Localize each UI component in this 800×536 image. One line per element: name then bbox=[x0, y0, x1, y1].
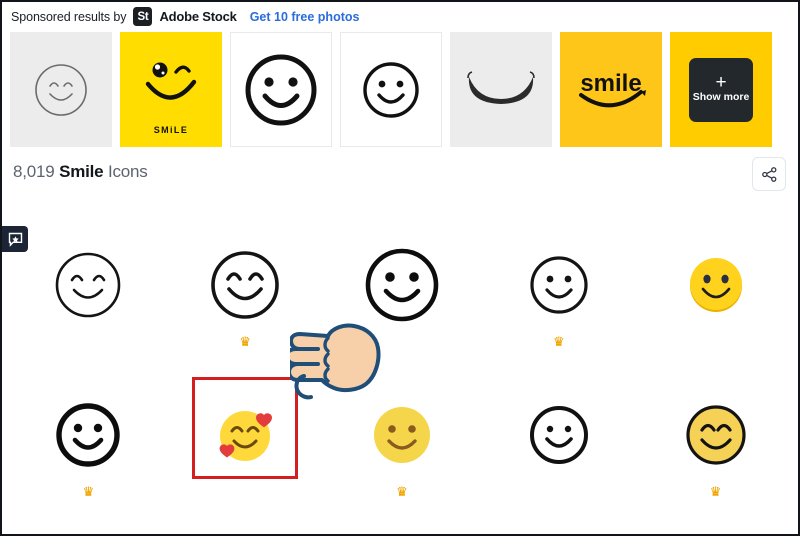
results-count: 8,019 bbox=[13, 162, 55, 181]
icon-results-grid: ♛ ♛ ♛ ♛ ♛ bbox=[10, 237, 794, 534]
grid-row-1: ♛ ♛ bbox=[10, 237, 794, 387]
icon-flat-yellow-smiley-brown bbox=[373, 407, 430, 463]
page-root: Sponsored results by St Adobe Stock Get … bbox=[0, 0, 800, 536]
grid-item-2[interactable]: ♛ bbox=[167, 237, 324, 387]
sponsored-thumb-4[interactable] bbox=[340, 32, 442, 147]
sponsored-thumb-6[interactable]: smile bbox=[560, 32, 662, 147]
icon-smiling-face-with-hearts bbox=[219, 411, 273, 461]
results-heading: 8,019 Smile Icons bbox=[13, 162, 148, 182]
icon-yellow-smiley-closed-eyes bbox=[685, 405, 746, 465]
grid-item-10-art bbox=[637, 387, 794, 483]
grid-item-8[interactable]: ♛ bbox=[324, 387, 481, 534]
grid-item-4[interactable]: ♛ bbox=[480, 237, 637, 387]
icon-flat-yellow-smiley-3d bbox=[689, 258, 742, 312]
grid-item-2-art bbox=[167, 237, 324, 333]
grid-item-4-art bbox=[480, 237, 637, 333]
premium-crown-badge: ♛ bbox=[552, 334, 565, 349]
feedback-chat-icon bbox=[8, 232, 22, 247]
sponsored-thumb-1[interactable] bbox=[10, 32, 112, 147]
icon-outline-smiley-thin-round bbox=[529, 406, 588, 464]
outline-smiley-small-icon bbox=[363, 61, 419, 118]
grid-item-3-art bbox=[324, 237, 481, 333]
winking-smiley-icon bbox=[145, 62, 197, 100]
results-suffix: Icons bbox=[107, 162, 148, 181]
bold-outline-smiley-icon bbox=[245, 54, 317, 125]
premium-crown-badge: ♛ bbox=[396, 484, 408, 499]
icon-outline-smiley-happy-eyes bbox=[211, 251, 279, 319]
icon-bold-outline-smiley bbox=[56, 403, 121, 467]
grid-item-5[interactable]: ♛ bbox=[637, 237, 794, 387]
grid-item-1[interactable]: ♛ bbox=[10, 237, 167, 387]
feedback-tab-button[interactable] bbox=[2, 226, 28, 252]
get-free-photos-link[interactable]: Get 10 free photos bbox=[250, 10, 360, 24]
sponsored-label: Sponsored results by bbox=[11, 9, 127, 24]
premium-crown-badge: ♛ bbox=[709, 484, 722, 499]
share-icon bbox=[761, 166, 776, 182]
sponsored-thumb-2-caption: SMiLE bbox=[153, 125, 189, 135]
premium-crown-badge: ♛ bbox=[82, 484, 95, 499]
grid-item-7-selected[interactable]: ♛ bbox=[167, 377, 324, 534]
sponsored-thumbnail-strip: SMiLE smile + Show more bbox=[10, 32, 794, 147]
sponsored-header: Sponsored results by St Adobe Stock Get … bbox=[2, 2, 798, 31]
smile-mouth-curve-icon bbox=[467, 70, 535, 104]
sponsored-thumb-2[interactable]: SMiLE bbox=[120, 32, 222, 147]
grid-item-3[interactable]: ♛ bbox=[324, 237, 481, 387]
icon-outline-smiley-medium bbox=[530, 256, 588, 314]
plus-icon: + bbox=[715, 72, 727, 94]
grid-item-6[interactable]: ♛ bbox=[10, 387, 167, 534]
grid-item-7-art bbox=[167, 387, 324, 483]
grid-item-9-art bbox=[480, 387, 637, 483]
show-more-label: Show more bbox=[692, 91, 750, 104]
sponsored-thumb-3[interactable] bbox=[230, 32, 332, 147]
smile-wordmark-icon: smile bbox=[579, 70, 646, 107]
adobe-stock-brand: Adobe Stock bbox=[159, 9, 237, 24]
share-button[interactable] bbox=[752, 157, 786, 191]
show-more-button[interactable]: + Show more bbox=[689, 57, 753, 122]
premium-crown-badge: ♛ bbox=[239, 334, 252, 349]
results-keyword: Smile bbox=[59, 162, 104, 181]
icon-thin-smiley-eyes-closed bbox=[56, 252, 121, 318]
svg-text:smile: smile bbox=[580, 70, 641, 97]
grid-item-5-art bbox=[637, 237, 794, 333]
grid-item-8-art bbox=[324, 387, 481, 483]
thin-outline-smiley-icon bbox=[35, 63, 87, 116]
grid-item-6-art bbox=[10, 387, 167, 483]
sponsored-show-more-tile[interactable]: + Show more bbox=[670, 32, 772, 147]
grid-item-1-art bbox=[10, 237, 167, 333]
grid-row-2: ♛ ♛ ♛ bbox=[10, 377, 794, 534]
icon-bold-smiley-dot-eyes bbox=[365, 248, 439, 322]
grid-item-9[interactable]: ♛ bbox=[480, 387, 637, 534]
adobe-stock-logo-icon: St bbox=[133, 7, 153, 26]
sponsored-thumb-5[interactable] bbox=[450, 32, 552, 147]
grid-item-10[interactable]: ♛ bbox=[637, 387, 794, 534]
